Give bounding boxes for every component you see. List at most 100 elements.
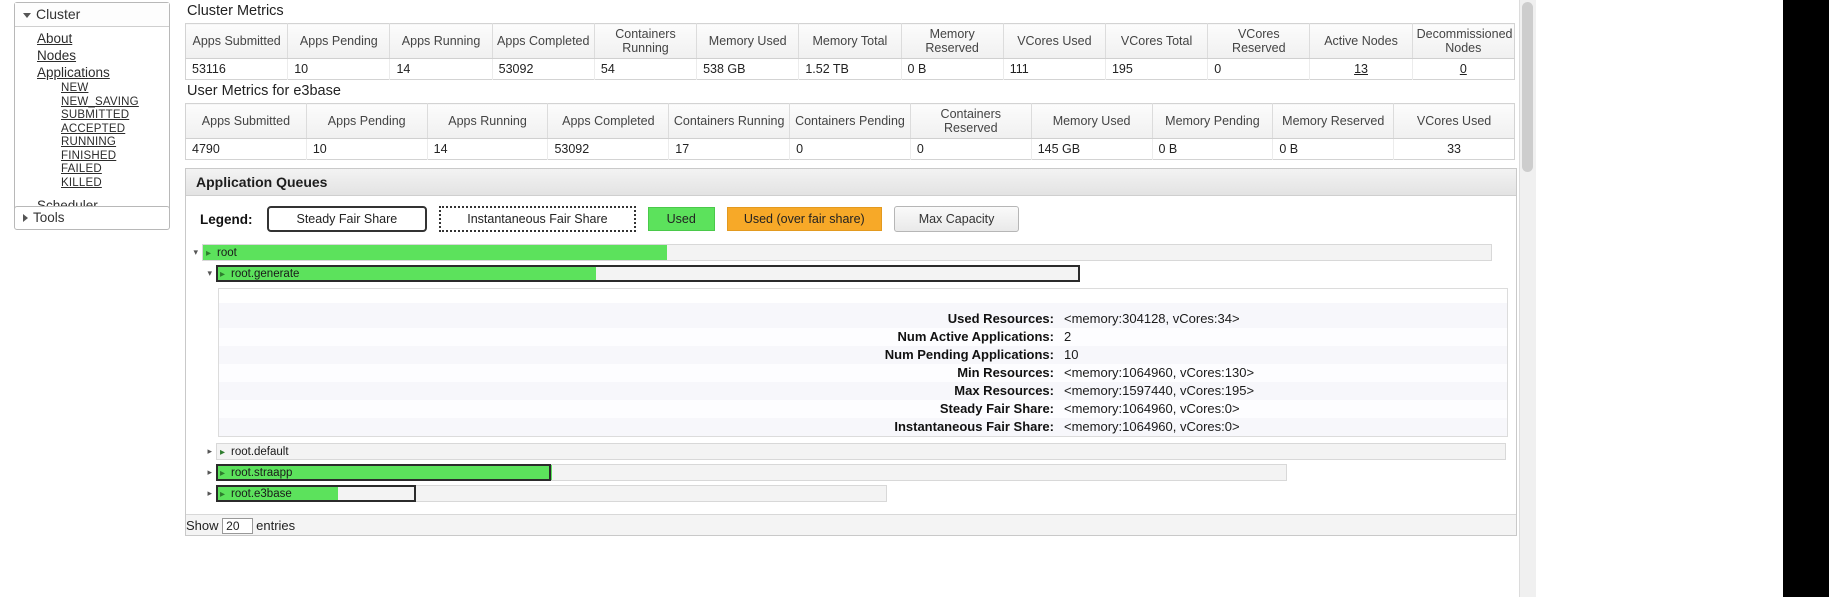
sidebar-item-about[interactable]: About <box>15 31 169 48</box>
col-apps-submitted: Apps Submitted <box>185 23 289 59</box>
sidebar-item-nodes[interactable]: Nodes <box>15 48 169 65</box>
uval-memory-used: 145 GB <box>1031 138 1153 160</box>
col-memory-reserved: Memory Reserved <box>901 23 1004 59</box>
val-vcores-used: 111 <box>1003 58 1106 80</box>
queue-capacity-bar[interactable]: root.e3base ▸ <box>216 485 887 502</box>
queue-detail-panel: Used Resources: <memory:304128, vCores:34… <box>218 288 1508 437</box>
sidebar-item-state-finished[interactable]: FINISHED <box>15 150 169 164</box>
page-vertical-scrollbar[interactable] <box>1519 0 1536 597</box>
sidebar-item-state-failed[interactable]: FAILED <box>15 163 169 177</box>
application-queues-panel: Application Queues Legend: Steady Fair S… <box>185 168 1517 536</box>
show-entries-control[interactable]: Show 20 entries <box>186 518 295 534</box>
col-memory-total: Memory Total <box>798 23 902 59</box>
val-active-nodes-link[interactable]: 13 <box>1309 58 1413 80</box>
val-memory-used: 538 GB <box>696 58 800 80</box>
queue-name-label: root.e3base <box>231 488 292 500</box>
uval-memory-reserved: 0 B <box>1272 138 1395 160</box>
queue-collapse-toggle[interactable]: ▾ <box>186 247 202 258</box>
legend-max-capacity[interactable]: Max Capacity <box>893 206 1020 232</box>
queue-collapse-toggle[interactable]: ▾ <box>186 268 216 279</box>
queue-detail-value: <memory:1064960, vCores:0> <box>1064 401 1240 416</box>
queue-detail-key: Max Resources: <box>954 383 1054 398</box>
ucol-apps-completed: Apps Completed <box>547 103 670 139</box>
queue-row[interactable]: ▸ root.e3base ▸ <box>186 483 1516 504</box>
viewport-right-margin <box>1536 0 1783 597</box>
sidebar-item-applications[interactable]: Applications <box>15 65 169 82</box>
queue-name-label: root.straapp <box>231 467 293 479</box>
col-vcores-reserved: VCores Reserved <box>1207 23 1311 59</box>
val-apps-running: 14 <box>389 58 493 80</box>
sidebar-tools-header[interactable]: Tools <box>15 207 169 229</box>
browser-viewport: Cluster About Nodes Applications NEW NEW… <box>0 0 1783 597</box>
queue-detail-value: <memory:304128, vCores:34> <box>1064 311 1240 326</box>
show-entries-suffix: entries <box>256 518 296 533</box>
queue-row[interactable]: ▸ root.default ▸ <box>186 441 1516 462</box>
queue-detail-row: Min Resources: <memory:1064960, vCores:13… <box>219 364 1507 382</box>
sidebar-item-state-new[interactable]: NEW <box>15 82 169 96</box>
queue-row[interactable]: ▾ root ▸ <box>186 242 1516 263</box>
legend-instantaneous-fair-share[interactable]: Instantaneous Fair Share <box>439 206 636 232</box>
sidebar-item-state-submitted[interactable]: SUBMITTED <box>15 109 169 123</box>
sidebar-item-state-accepted[interactable]: ACCEPTED <box>15 123 169 137</box>
val-decommissioned-nodes-link[interactable]: 0 <box>1412 58 1515 80</box>
ucol-memory-reserved: Memory Reserved <box>1272 103 1395 139</box>
queue-capacity-bar[interactable]: root.straapp ▸ <box>216 464 1287 481</box>
val-vcores-reserved: 0 <box>1207 58 1311 80</box>
queue-capacity-bar[interactable]: root.default ▸ <box>216 443 1506 460</box>
ucol-memory-used: Memory Used <box>1031 103 1153 139</box>
queue-inline-marker-icon: ▸ <box>220 269 226 280</box>
entries-per-page-select[interactable]: 20 <box>222 518 253 534</box>
queue-expand-toggle[interactable]: ▸ <box>186 488 216 499</box>
queue-detail-row: Num Pending Applications: 10 <box>219 346 1507 364</box>
scrollbar-thumb[interactable] <box>1522 2 1533 172</box>
show-entries-prefix: Show <box>186 518 219 533</box>
sidebar-tools-panel[interactable]: Tools <box>14 206 170 230</box>
ucol-containers-running: Containers Running <box>668 103 791 139</box>
queue-detail-key: Num Active Applications: <box>897 329 1054 344</box>
queue-name-label: root.default <box>231 446 289 458</box>
sidebar-cluster-header[interactable]: Cluster <box>15 3 169 27</box>
queue-used-fill <box>203 245 667 260</box>
col-apps-pending: Apps Pending <box>287 23 391 59</box>
queue-detail-row: Instantaneous Fair Share: <memory:1064960… <box>219 418 1507 436</box>
legend-steady-fair-share[interactable]: Steady Fair Share <box>266 206 428 232</box>
queue-expand-toggle[interactable]: ▸ <box>186 446 216 457</box>
queue-capacity-bar[interactable]: root ▸ <box>202 244 1492 261</box>
sidebar-cluster-body: About Nodes Applications NEW NEW_SAVING … <box>15 27 169 221</box>
col-active-nodes: Active Nodes <box>1309 23 1413 59</box>
val-apps-completed: 53092 <box>492 58 595 80</box>
sidebar-item-state-killed[interactable]: KILLED <box>15 177 169 191</box>
uval-apps-completed: 53092 <box>547 138 670 160</box>
queue-name-label: root <box>217 247 237 259</box>
legend-used-over-fair-share[interactable]: Used (over fair share) <box>726 207 882 231</box>
queue-detail-row: Steady Fair Share: <memory:1064960, vCore… <box>219 400 1507 418</box>
col-apps-completed: Apps Completed <box>492 23 595 59</box>
queue-inline-marker-icon: ▸ <box>206 248 212 259</box>
user-metrics-header-row: Apps Submitted Apps Pending Apps Running… <box>185 103 1515 139</box>
user-metrics-title: User Metrics for e3base <box>187 83 341 99</box>
chevron-right-icon <box>23 214 28 223</box>
sidebar-item-state-new-saving[interactable]: NEW_SAVING <box>15 96 169 110</box>
val-vcores-total: 195 <box>1105 58 1209 80</box>
ucol-containers-pending: Containers Pending <box>789 103 911 139</box>
queue-expand-toggle[interactable]: ▸ <box>186 467 216 478</box>
ucol-apps-submitted: Apps Submitted <box>185 103 307 139</box>
queue-detail-row: Num Active Applications: 2 <box>219 328 1507 346</box>
queue-capacity-bar[interactable]: root.generate ▸ <box>216 265 1080 282</box>
queue-detail-row: Max Resources: <memory:1597440, vCores:19… <box>219 382 1507 400</box>
col-memory-used: Memory Used <box>696 23 800 59</box>
ucol-apps-running: Apps Running <box>427 103 549 139</box>
col-apps-running: Apps Running <box>389 23 493 59</box>
legend-used[interactable]: Used <box>647 207 715 231</box>
uval-apps-running: 14 <box>427 138 549 160</box>
uval-containers-pending: 0 <box>789 138 911 160</box>
detail-top-spacer <box>219 289 1507 303</box>
col-decommissioned-nodes: Decommissioned Nodes <box>1412 23 1515 59</box>
sidebar-item-state-running[interactable]: RUNNING <box>15 136 169 150</box>
cluster-metrics-value-row: 53116 10 14 53092 54 538 GB 1.52 TB 0 B … <box>185 58 1515 80</box>
table-footer-strip: Show 20 entries <box>186 514 1516 535</box>
queue-detail-table: Used Resources: <memory:304128, vCores:34… <box>219 310 1507 436</box>
application-queues-title: Application Queues <box>186 169 1516 196</box>
queue-row[interactable]: ▸ root.straapp ▸ <box>186 462 1516 483</box>
queue-row[interactable]: ▾ root.generate ▸ <box>186 263 1516 284</box>
